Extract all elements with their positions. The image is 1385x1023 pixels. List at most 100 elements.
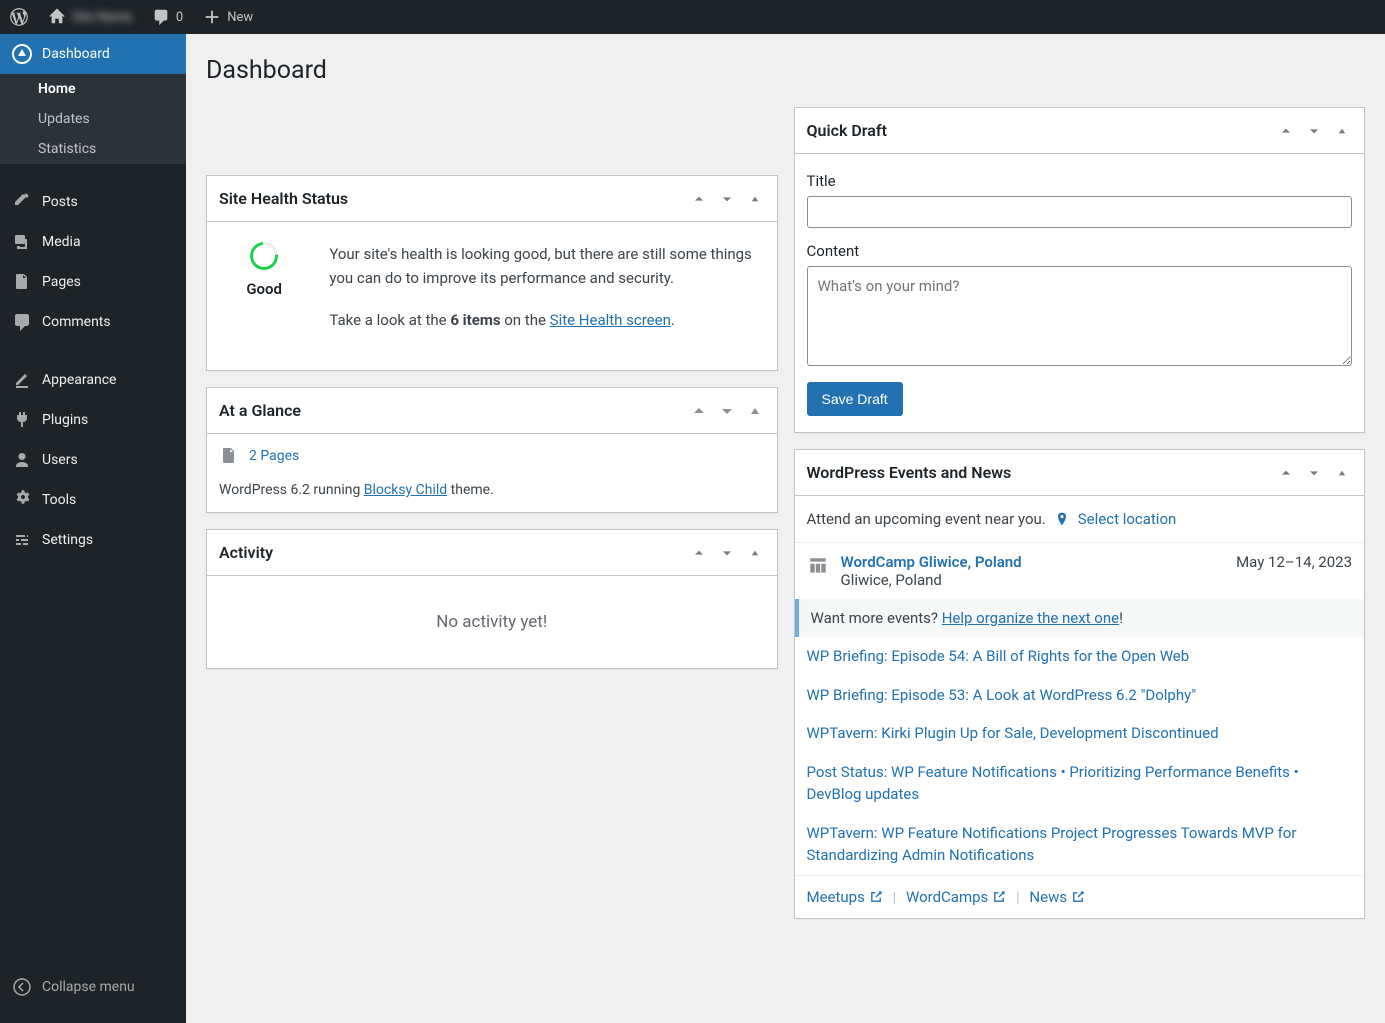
chevron-up-icon: [1278, 123, 1294, 139]
chevron-up-icon: [689, 401, 709, 421]
site-name-menu[interactable]: Site Name: [38, 8, 142, 26]
news-list: WP Briefing: Episode 54: A Bill of Right…: [795, 637, 1365, 875]
move-down-button[interactable]: [717, 189, 737, 209]
triangle-up-icon: [747, 191, 763, 207]
sidebar-item-plugins[interactable]: Plugins: [0, 400, 186, 440]
pages-icon: [12, 272, 32, 292]
site-health-title: Site Health Status: [219, 189, 348, 208]
triangle-up-icon: [745, 401, 765, 421]
event-location: Gliwice, Poland: [841, 571, 1225, 589]
draft-title-label: Title: [807, 172, 1353, 190]
appearance-icon: [12, 370, 32, 390]
site-health-screen-link[interactable]: Site Health screen: [550, 311, 671, 329]
sidebar-item-pages[interactable]: Pages: [0, 262, 186, 302]
sidebar-subitem-home[interactable]: Home: [0, 74, 186, 104]
triangle-up-icon: [747, 545, 763, 561]
plus-icon: [203, 8, 221, 26]
activity-box: Activity No activity yet!: [206, 529, 778, 669]
save-draft-button[interactable]: Save Draft: [807, 382, 903, 416]
draft-content-textarea[interactable]: [807, 266, 1353, 366]
new-content-menu[interactable]: New: [193, 8, 263, 26]
news-link[interactable]: WP Briefing: Episode 54: A Bill of Right…: [795, 637, 1365, 676]
sidebar-item-label: Settings: [42, 532, 93, 548]
wp-version-line: WordPress 6.2 running Blocksy Child them…: [207, 478, 777, 512]
sidebar-subitem-updates[interactable]: Updates: [0, 104, 186, 134]
collapse-menu-button[interactable]: Collapse menu: [0, 967, 186, 1007]
draft-content-label: Content: [807, 242, 1353, 260]
posts-icon: [12, 192, 32, 212]
move-down-button[interactable]: [717, 543, 737, 563]
new-label: New: [227, 10, 253, 25]
triangle-up-icon: [1334, 123, 1350, 139]
news-link[interactable]: WPTavern: WP Feature Notifications Proje…: [795, 814, 1365, 875]
external-icon: [1071, 890, 1085, 904]
toggle-box-button[interactable]: [745, 401, 765, 421]
comments-menu[interactable]: 0: [142, 8, 193, 26]
site-health-items-line: Take a look at the 6 items on the Site H…: [329, 308, 764, 332]
sidebar-item-label: Comments: [42, 314, 111, 330]
sidebar-item-tools[interactable]: Tools: [0, 480, 186, 520]
plugins-icon: [12, 410, 32, 430]
sidebar-item-comments[interactable]: Comments: [0, 302, 186, 342]
move-down-button[interactable]: [1304, 463, 1324, 483]
news-link[interactable]: WP Briefing: Episode 53: A Look at WordP…: [795, 676, 1365, 715]
chevron-up-icon: [691, 545, 707, 561]
event-title-link[interactable]: WordCamp Gliwice, Poland: [841, 553, 1225, 571]
collapse-label: Collapse menu: [42, 979, 135, 995]
wordcamp-icon: [807, 555, 829, 577]
news-link[interactable]: WPTavern: Kirki Plugin Up for Sale, Deve…: [795, 714, 1365, 753]
wordcamps-link[interactable]: WordCamps: [906, 888, 1006, 906]
chevron-down-icon: [719, 191, 735, 207]
move-up-button[interactable]: [1276, 121, 1296, 141]
sidebar-item-label: Pages: [42, 274, 81, 290]
quick-draft-title: Quick Draft: [807, 121, 887, 140]
pages-count-link[interactable]: 2 Pages: [249, 448, 299, 464]
move-up-button[interactable]: [689, 543, 709, 563]
toggle-box-button[interactable]: [745, 543, 765, 563]
no-activity-message: No activity yet!: [207, 576, 777, 668]
move-up-button[interactable]: [1276, 463, 1296, 483]
sidebar-item-dashboard[interactable]: Dashboard: [0, 34, 186, 74]
move-up-button[interactable]: [689, 401, 709, 421]
toggle-box-button[interactable]: [1332, 463, 1352, 483]
move-down-button[interactable]: [717, 401, 737, 421]
sidebar-item-media[interactable]: Media: [0, 222, 186, 262]
wp-logo-menu[interactable]: [0, 8, 38, 26]
comments-icon: [12, 312, 32, 332]
page-title: Dashboard: [206, 56, 1365, 85]
draft-title-input[interactable]: [807, 196, 1353, 228]
tools-icon: [12, 490, 32, 510]
sidebar-item-posts[interactable]: Posts: [0, 182, 186, 222]
at-a-glance-box: At a Glance 2 Pages WordPress 6.2 runnin…: [206, 387, 778, 513]
site-health-box: Site Health Status Good Your site's heal…: [206, 175, 778, 371]
theme-link[interactable]: Blocksy Child: [364, 482, 447, 498]
toggle-box-button[interactable]: [745, 189, 765, 209]
sidebar-item-label: Tools: [42, 492, 76, 508]
move-down-button[interactable]: [1304, 121, 1324, 141]
at-a-glance-title: At a Glance: [219, 401, 301, 420]
meetups-link[interactable]: Meetups: [807, 888, 883, 906]
chevron-down-icon: [1306, 465, 1322, 481]
site-name-label: Site Name: [72, 10, 132, 25]
news-link[interactable]: Post Status: WP Feature Notifications • …: [795, 753, 1365, 814]
select-location-link[interactable]: Select location: [1078, 510, 1177, 528]
location-icon: [1054, 511, 1070, 527]
sidebar-item-users[interactable]: Users: [0, 440, 186, 480]
sidebar-item-label: Dashboard: [42, 46, 110, 62]
sidebar-item-appearance[interactable]: Appearance: [0, 360, 186, 400]
wordpress-icon: [10, 8, 28, 26]
sidebar-subitem-statistics[interactable]: Statistics: [0, 134, 186, 164]
help-organize-link[interactable]: Help organize the next one: [942, 609, 1119, 627]
sidebar-item-label: Appearance: [42, 372, 116, 388]
external-icon: [992, 890, 1006, 904]
sidebar-item-label: Plugins: [42, 412, 88, 428]
comment-icon: [152, 8, 170, 26]
external-icon: [869, 890, 883, 904]
chevron-down-icon: [1306, 123, 1322, 139]
news-footer-link[interactable]: News: [1029, 888, 1085, 906]
events-news-title: WordPress Events and News: [807, 463, 1012, 482]
toggle-box-button[interactable]: [1332, 121, 1352, 141]
event-date: May 12–14, 2023: [1236, 553, 1352, 571]
sidebar-item-settings[interactable]: Settings: [0, 520, 186, 560]
move-up-button[interactable]: [689, 189, 709, 209]
